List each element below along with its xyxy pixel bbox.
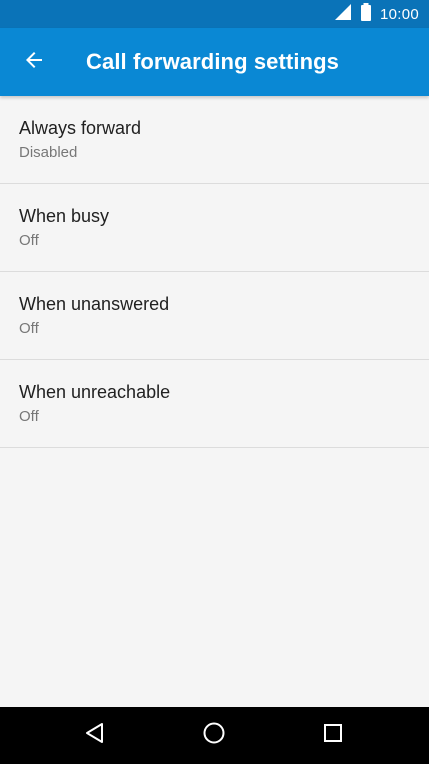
app-bar: Call forwarding settings [0,28,429,96]
item-title: When unreachable [19,382,171,402]
navigation-bar [0,707,429,764]
recents-nav-icon [321,721,345,750]
list-item-when-unanswered[interactable]: When unanswered Off [0,272,429,360]
signal-icon [334,3,352,26]
battery-icon [360,2,372,26]
list-item-when-unreachable[interactable]: When unreachable Off [0,360,429,448]
item-subtitle: Off [19,232,39,249]
item-title: When busy [19,206,110,226]
list-item-when-busy[interactable]: When busy Off [0,184,429,272]
item-title: When unanswered [19,294,170,314]
settings-list: Always forward Disabled When busy Off Wh… [0,96,429,448]
nav-home-button[interactable] [186,711,242,759]
page-title: Call forwarding settings [86,49,339,74]
home-nav-icon [202,721,226,750]
item-subtitle: Off [19,408,39,425]
item-title: Always forward [19,118,142,138]
item-subtitle: Off [19,320,39,337]
back-arrow-icon [22,48,46,77]
item-subtitle: Disabled [19,144,78,161]
status-bar: 10:00 [0,0,429,28]
nav-recents-button[interactable] [305,711,361,759]
back-nav-icon [83,721,107,750]
nav-back-button[interactable] [67,711,123,759]
status-time: 10:00 [379,5,419,23]
list-item-always-forward[interactable]: Always forward Disabled [0,96,429,184]
back-button[interactable] [10,38,58,86]
status-icons: 10:00 [334,0,419,28]
